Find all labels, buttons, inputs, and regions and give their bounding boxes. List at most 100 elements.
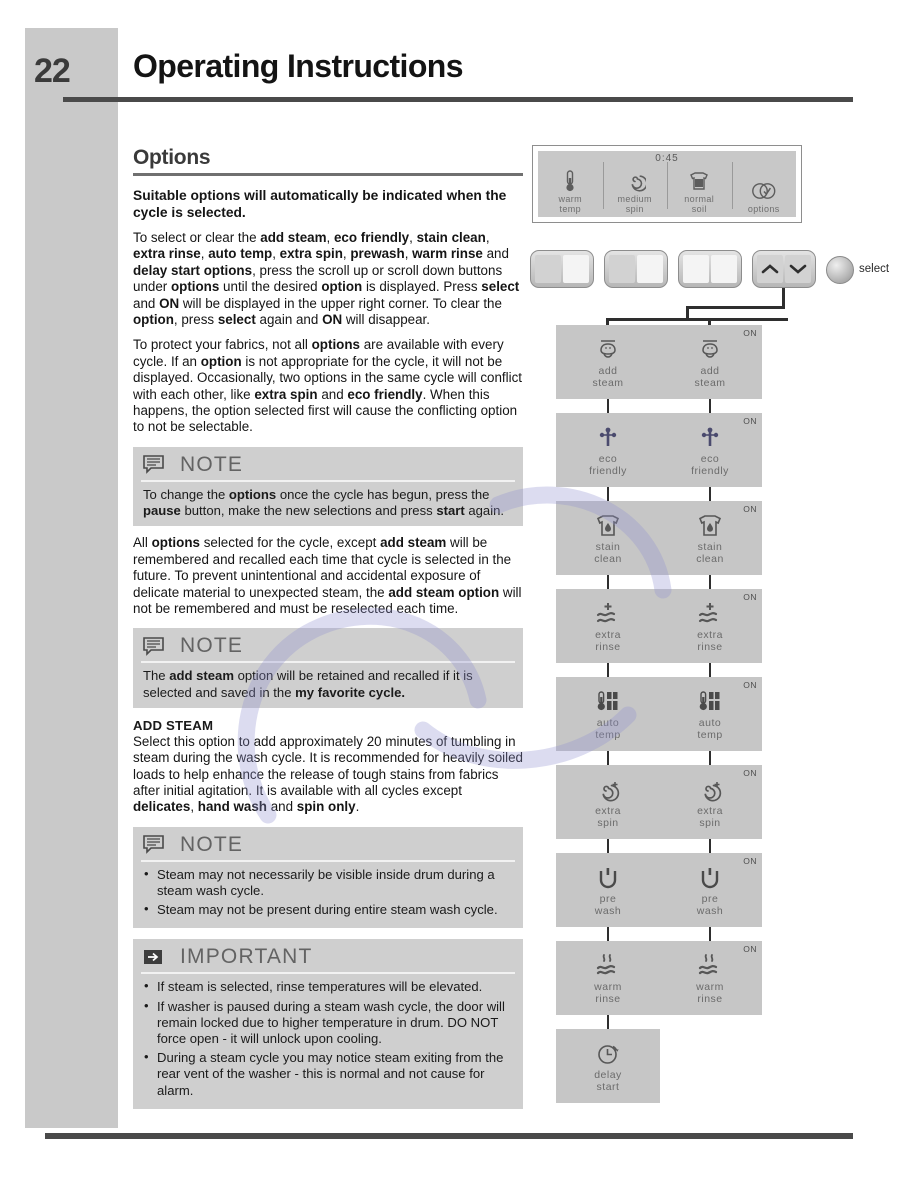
rocker-right-half[interactable] xyxy=(711,255,737,283)
option-cell-delay-start[interactable]: delay start xyxy=(556,1029,660,1103)
option-label: friendly xyxy=(589,465,627,477)
option-cell-add-steam[interactable]: add steam xyxy=(556,325,660,399)
option-cell-eco-friendly[interactable]: eco friendly xyxy=(556,413,660,487)
lcd-cell-options: options xyxy=(731,151,797,217)
stain-clean-icon xyxy=(696,511,724,541)
option-label: steam xyxy=(694,377,726,389)
stain-clean-icon xyxy=(594,511,622,541)
option-label: rinse xyxy=(595,993,621,1005)
option-cell-auto-temp[interactable]: auto temp xyxy=(556,677,660,751)
soil-rocker-button[interactable] xyxy=(678,250,742,288)
option-cell-eco-friendly[interactable]: ON eco friendly xyxy=(658,413,762,487)
note-icon xyxy=(143,455,164,475)
lcd-label: medium xyxy=(617,194,652,204)
option-cell-add-steam[interactable]: ON add steam xyxy=(658,325,762,399)
option-cell-extra-spin[interactable]: ON extra spin xyxy=(658,765,762,839)
flow-connector xyxy=(606,399,610,413)
option-label: auto xyxy=(698,716,722,729)
option-label: warm xyxy=(696,980,724,993)
option-label: rinse xyxy=(595,641,621,653)
footer-rule xyxy=(45,1133,853,1139)
note-icon xyxy=(143,637,164,656)
rocker-left-half[interactable] xyxy=(609,255,635,283)
option-label: clean xyxy=(594,553,622,565)
lcd-label: options xyxy=(747,204,780,214)
option-cell-stain-clean[interactable]: stain clean xyxy=(556,501,660,575)
scroll-up-button[interactable] xyxy=(757,255,783,283)
option-cell-extra-rinse[interactable]: ON extra rinse xyxy=(658,589,762,663)
section-heading: Options xyxy=(133,146,211,169)
rocker-left-half[interactable] xyxy=(535,255,561,283)
callout-header: NOTE xyxy=(133,451,523,479)
control-panel-diagram: 0:45 warm temp medium spin normal soil o… xyxy=(237,145,889,1125)
note-callout-2: NOTE The add steam option will be retain… xyxy=(133,628,523,708)
flow-connector xyxy=(606,663,610,677)
lcd-cell-medium-spin: medium spin xyxy=(602,151,668,217)
option-cell-auto-temp[interactable]: ON auto temp xyxy=(658,677,762,751)
callout-divider xyxy=(141,972,515,975)
page-number: 22 xyxy=(34,52,71,90)
thermometer-icon xyxy=(561,168,579,194)
flow-connector xyxy=(708,399,712,413)
option-cell-extra-spin[interactable]: extra spin xyxy=(556,765,660,839)
option-label: pre xyxy=(599,892,617,905)
option-label: stain xyxy=(697,540,723,553)
on-indicator: ON xyxy=(743,592,757,602)
pre-wash-icon xyxy=(594,863,622,893)
lcd-label: warm xyxy=(558,194,583,204)
flow-connector xyxy=(708,839,712,853)
option-label: eco xyxy=(598,452,618,465)
callout-bullet: If steam is selected, rinse temperatures… xyxy=(144,978,513,995)
flow-connector xyxy=(708,751,712,765)
select-button[interactable] xyxy=(826,256,854,284)
option-label: warm xyxy=(594,980,622,993)
options-column-on: ON add steam ON eco friendly ON stain clean ON ext… xyxy=(658,325,762,1029)
callout-divider xyxy=(141,479,515,482)
extra-rinse-icon xyxy=(695,599,725,629)
flow-connector xyxy=(606,927,610,941)
option-label: stain xyxy=(595,540,621,553)
option-label: friendly xyxy=(691,465,729,477)
option-label: rinse xyxy=(697,641,723,653)
connector-vertical-from-rocker xyxy=(782,288,785,308)
option-cell-stain-clean[interactable]: ON stain clean xyxy=(658,501,762,575)
option-cell-extra-rinse[interactable]: extra rinse xyxy=(556,589,660,663)
pre-wash-icon xyxy=(696,863,724,893)
option-cell-warm-rinse[interactable]: ON warm rinse xyxy=(658,941,762,1015)
option-cell-pre-wash[interactable]: pre wash xyxy=(556,853,660,927)
callout-title: NOTE xyxy=(180,832,244,856)
page-side-strip xyxy=(25,28,118,1128)
option-label: extra xyxy=(697,628,723,641)
soil-shirt-icon xyxy=(688,168,710,194)
option-label: rinse xyxy=(697,993,723,1005)
temp-rocker-button[interactable] xyxy=(530,250,594,288)
page-title: Operating Instructions xyxy=(133,48,464,84)
control-button-row: select xyxy=(528,250,889,294)
lcd-screen: 0:45 warm temp medium spin normal soil o… xyxy=(538,151,796,217)
rocker-left-half[interactable] xyxy=(683,255,709,283)
options-scroll-rocker-button[interactable] xyxy=(752,250,816,288)
option-label: start xyxy=(596,1081,620,1093)
option-cell-pre-wash[interactable]: ON pre wash xyxy=(658,853,762,927)
options-column-off: add steam eco friendly stain clean extra rinse a… xyxy=(556,325,660,1117)
eco-friendly-icon xyxy=(593,423,623,453)
note-icon xyxy=(143,835,164,855)
option-label: spin xyxy=(699,817,721,829)
flow-connector xyxy=(606,1015,610,1029)
callout-body: The add steam option will be retained an… xyxy=(143,668,473,700)
callout-bullet: During a steam cycle you may notice stea… xyxy=(144,1049,513,1099)
rocker-right-half[interactable] xyxy=(563,255,589,283)
flow-connector xyxy=(708,663,712,677)
options-circles-icon xyxy=(750,178,778,204)
header-rule xyxy=(63,97,853,102)
warm-rinse-icon xyxy=(695,951,725,981)
scroll-down-button[interactable] xyxy=(785,255,811,283)
option-cell-warm-rinse[interactable]: warm rinse xyxy=(556,941,660,1015)
rocker-right-half[interactable] xyxy=(637,255,663,283)
option-label: clean xyxy=(696,553,724,565)
option-label: add xyxy=(700,364,720,377)
on-indicator: ON xyxy=(743,504,757,514)
callout-bullet: Steam may not be present during entire s… xyxy=(144,901,513,918)
flow-connector xyxy=(606,839,610,853)
spin-rocker-button[interactable] xyxy=(604,250,668,288)
